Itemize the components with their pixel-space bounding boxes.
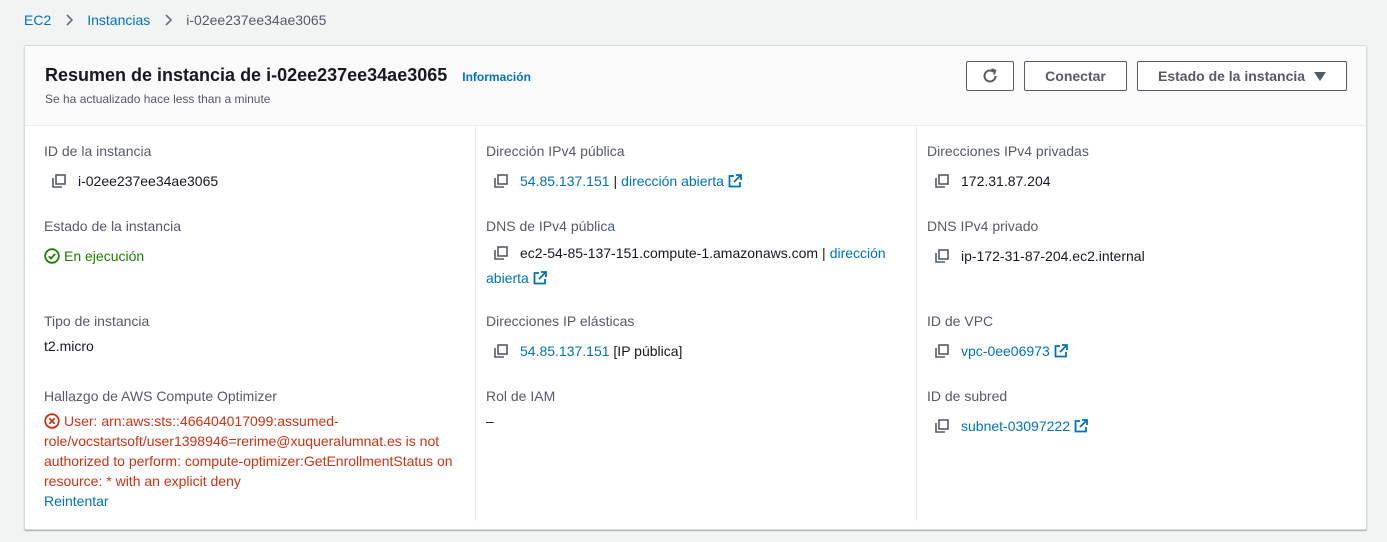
external-link-icon bbox=[533, 271, 547, 285]
private-ipv4-value: 172.31.87.204 bbox=[961, 173, 1051, 189]
copy-icon[interactable] bbox=[935, 249, 949, 263]
elastic-ip-suffix: [IP pública] bbox=[613, 343, 683, 359]
field-label: Tipo de instancia bbox=[44, 313, 150, 329]
panel-header: Resumen de instancia de i-02ee237ee34ae3… bbox=[25, 46, 1366, 126]
details-grid: ID de la instancia i-02ee237ee34ae3065 E… bbox=[25, 126, 1366, 521]
iam-role-value: – bbox=[486, 413, 494, 429]
field-elastic-ips: Direcciones IP elásticas 54.85.137.151 [… bbox=[486, 311, 682, 361]
breadcrumb: EC2 Instancias i-02ee237ee34ae3065 bbox=[24, 10, 326, 30]
instance-summary-panel: Resumen de instancia de i-02ee237ee34ae3… bbox=[24, 45, 1367, 530]
details-column-3: Direcciones IPv4 privadas 172.31.87.204 … bbox=[916, 126, 1368, 521]
field-compute-optimizer: Hallazgo de AWS Compute Optimizer User: … bbox=[44, 386, 464, 511]
refresh-icon bbox=[983, 68, 997, 83]
field-instance-state: Estado de la instancia En ejecución bbox=[44, 216, 181, 266]
copy-icon[interactable] bbox=[494, 246, 508, 260]
title-row: Resumen de instancia de i-02ee237ee34ae3… bbox=[45, 65, 531, 86]
field-label: ID de la instancia bbox=[44, 143, 152, 159]
instance-state-dropdown-label: Estado de la instancia bbox=[1158, 68, 1306, 84]
field-iam-role: Rol de IAM – bbox=[486, 386, 555, 431]
public-dns-value: ec2-54-85-137-151.compute-1.amazonaws.co… bbox=[520, 245, 819, 261]
field-label: Direcciones IP elásticas bbox=[486, 313, 635, 329]
details-column-1: ID de la instancia i-02ee237ee34ae3065 E… bbox=[25, 126, 475, 521]
subnet-id-link[interactable]: subnet-03097222 bbox=[961, 416, 1088, 436]
elastic-ip-link[interactable]: 54.85.137.151 bbox=[520, 343, 610, 359]
instance-state-value: En ejecución bbox=[64, 248, 145, 264]
copy-icon[interactable] bbox=[935, 419, 949, 433]
instance-id-value: i-02ee237ee34ae3065 bbox=[78, 173, 219, 189]
vpc-id-link[interactable]: vpc-0ee06973 bbox=[961, 341, 1068, 361]
public-ipv4-link[interactable]: 54.85.137.151 bbox=[520, 173, 610, 189]
instance-type-value: t2.micro bbox=[44, 338, 94, 354]
chevron-right-icon bbox=[66, 14, 74, 26]
breadcrumb-current: i-02ee237ee34ae3065 bbox=[186, 12, 327, 28]
external-link-icon bbox=[1074, 419, 1088, 433]
error-circle-icon bbox=[44, 413, 60, 429]
field-label: Dirección IPv4 pública bbox=[486, 143, 625, 159]
field-subnet-id: ID de subred subnet-03097222 bbox=[927, 386, 1088, 436]
optimizer-error-text: User: arn:aws:sts::466404017099:assumed-… bbox=[44, 413, 453, 489]
field-label: DNS de IPv4 pública bbox=[486, 218, 616, 234]
field-public-ipv4: Dirección IPv4 pública 54.85.137.151 | dir… bbox=[486, 141, 742, 191]
details-column-2: Dirección IPv4 pública 54.85.137.151 | dir… bbox=[475, 126, 916, 521]
status-badge: En ejecución bbox=[44, 246, 181, 266]
copy-icon[interactable] bbox=[935, 174, 949, 188]
chevron-right-icon bbox=[165, 14, 173, 26]
refresh-button[interactable] bbox=[966, 61, 1014, 91]
info-link[interactable]: Información bbox=[462, 70, 531, 84]
field-vpc-id: ID de VPC vpc-0ee06973 bbox=[927, 311, 1068, 361]
copy-icon[interactable] bbox=[494, 174, 508, 188]
private-dns-value: ip-172-31-87-204.ec2.internal bbox=[961, 248, 1145, 264]
field-label: DNS IPv4 privado bbox=[927, 218, 1039, 234]
external-link-icon bbox=[728, 174, 742, 188]
field-private-ipv4: Direcciones IPv4 privadas 172.31.87.204 bbox=[927, 141, 1089, 191]
copy-icon[interactable] bbox=[494, 344, 508, 358]
breadcrumb-instances[interactable]: Instancias bbox=[87, 12, 150, 28]
last-updated-text: Se ha actualizado hace less than a minut… bbox=[45, 92, 271, 106]
field-label: Hallazgo de AWS Compute Optimizer bbox=[44, 388, 277, 404]
external-link-icon bbox=[1054, 344, 1068, 358]
instance-state-dropdown[interactable]: Estado de la instancia bbox=[1137, 61, 1347, 91]
optimizer-error: User: arn:aws:sts::466404017099:assumed-… bbox=[44, 411, 464, 511]
retry-link[interactable]: Reintentar bbox=[44, 493, 109, 509]
field-instance-id: ID de la instancia i-02ee237ee34ae3065 bbox=[44, 141, 218, 191]
copy-icon[interactable] bbox=[935, 344, 949, 358]
field-label: Rol de IAM bbox=[486, 388, 556, 404]
field-label: Direcciones IPv4 privadas bbox=[927, 143, 1089, 159]
page-title: Resumen de instancia de i-02ee237ee34ae3… bbox=[45, 65, 448, 85]
field-label: ID de VPC bbox=[927, 313, 994, 329]
connect-button[interactable]: Conectar bbox=[1024, 61, 1127, 91]
breadcrumb-ec2[interactable]: EC2 bbox=[24, 12, 51, 28]
field-private-dns: DNS IPv4 privado ip-172-31-87-204.ec2.in… bbox=[927, 216, 1145, 266]
header-actions: Conectar Estado de la instancia bbox=[966, 61, 1347, 91]
check-circle-icon bbox=[44, 248, 60, 264]
field-public-dns: DNS de IPv4 pública ec2-54-85-137-151.co… bbox=[486, 216, 911, 291]
field-instance-type: Tipo de instancia t2.micro bbox=[44, 311, 149, 356]
field-label: ID de subred bbox=[927, 388, 1008, 404]
copy-icon[interactable] bbox=[52, 174, 66, 188]
open-address-link[interactable]: dirección abierta bbox=[621, 173, 742, 189]
field-label: Estado de la instancia bbox=[44, 218, 181, 234]
caret-down-icon bbox=[1314, 71, 1326, 81]
